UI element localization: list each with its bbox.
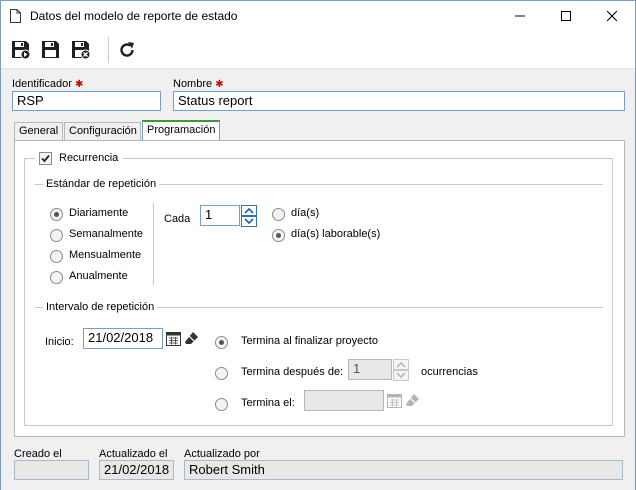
document-icon: [10, 9, 21, 23]
ocurrencias-spinner[interactable]: [393, 359, 409, 381]
clear-date-button-disabled[interactable]: [404, 392, 421, 409]
ocurrencias-label: ocurrencias: [421, 366, 478, 378]
eraser-icon: [185, 332, 198, 344]
required-icon: ✱: [215, 79, 224, 90]
semanalmente-label: Semanalmente: [69, 228, 143, 240]
maximize-icon: [561, 11, 571, 21]
save-and-new-icon: [12, 41, 31, 60]
window-title: Datos del modelo de reporte de estado: [30, 9, 238, 23]
tab-general[interactable]: General: [14, 122, 63, 140]
required-icon: ✱: [75, 79, 84, 90]
anualmente-label: Anualmente: [69, 270, 128, 282]
termina-el-label: Termina el:: [241, 397, 295, 409]
dias-label: día(s): [291, 207, 320, 219]
semanalmente-radio[interactable]: [50, 229, 63, 242]
nombre-label: Nombre ✱: [173, 78, 224, 90]
recurrencia-group: [24, 158, 613, 426]
footer: Creado el Actualizado el 21/02/2018 Actu…: [1, 439, 635, 490]
toolbar: [1, 31, 635, 69]
termina-el-radio[interactable]: [215, 398, 228, 411]
recurrencia-label: Recurrencia: [59, 152, 119, 164]
termina-proyecto-label: Termina al finalizar proyecto: [241, 335, 378, 347]
toolbar-separator: [108, 37, 109, 63]
cada-label: Cada: [164, 213, 191, 225]
inicio-label: Inicio:: [45, 336, 74, 348]
close-button[interactable]: [589, 1, 635, 31]
maximize-button[interactable]: [543, 1, 589, 31]
nombre-label-text: Nombre: [173, 78, 213, 90]
estandar-title: Estándar de repetición: [43, 178, 160, 190]
close-icon: [607, 11, 617, 21]
nombre-input[interactable]: Status report: [173, 91, 625, 111]
title-bar: Datos del modelo de reporte de estado: [1, 1, 635, 31]
save-and-close-icon: [72, 41, 91, 60]
calendar-button[interactable]: [165, 330, 182, 347]
frequency-separator: [153, 203, 154, 285]
tab-programacion[interactable]: Programación: [142, 120, 220, 141]
ocurrencias-input[interactable]: 1: [348, 359, 392, 380]
diariamente-label: Diariamente: [69, 207, 129, 219]
termina-despues-radio[interactable]: [215, 367, 228, 380]
mensualmente-label: Mensualmente: [69, 249, 142, 261]
checkmark-icon: [41, 154, 50, 163]
termina-despues-label: Termina después de:: [241, 366, 344, 378]
actualizado-label: Actualizado el: [99, 448, 168, 460]
calendar-button-disabled[interactable]: [386, 392, 403, 409]
save-icon: [42, 41, 59, 58]
mensualmente-radio[interactable]: [50, 250, 63, 263]
actualizado-por-label: Actualizado por: [184, 448, 260, 460]
recurrencia-header: Recurrencia: [35, 152, 123, 166]
creado-field: [14, 460, 89, 480]
save-and-close-button[interactable]: [69, 38, 93, 62]
clear-date-button[interactable]: [183, 330, 200, 347]
refresh-icon: [120, 42, 134, 57]
dias-radio[interactable]: [272, 208, 285, 221]
tab-configuracion[interactable]: Configuración: [64, 122, 141, 140]
eraser-icon: [406, 394, 419, 406]
diariamente-radio[interactable]: [50, 208, 63, 221]
actualizado-field: 21/02/2018: [99, 460, 174, 480]
minimize-button[interactable]: [497, 1, 543, 31]
refresh-button[interactable]: [115, 38, 139, 62]
actualizado-por-field: Robert Smith: [184, 460, 623, 480]
creado-label: Creado el: [14, 448, 62, 460]
identificador-input[interactable]: RSP: [12, 91, 161, 111]
inicio-date-input[interactable]: 21/02/2018: [83, 328, 163, 349]
termina-proyecto-radio[interactable]: [215, 336, 228, 349]
identificador-label: Identificador ✱: [12, 78, 83, 90]
calendar-icon: [387, 394, 402, 408]
cada-spinner[interactable]: [241, 205, 257, 227]
cada-input[interactable]: 1: [200, 205, 240, 226]
save-and-new-button[interactable]: [9, 38, 33, 62]
save-button[interactable]: [39, 38, 63, 62]
anualmente-radio[interactable]: [50, 271, 63, 284]
calendar-icon: [166, 332, 181, 346]
minimize-icon: [515, 15, 525, 17]
recurrencia-checkbox[interactable]: [39, 152, 52, 165]
intervalo-title: Intervalo de repetición: [43, 301, 158, 313]
dias-laborables-label: día(s) laborable(s): [291, 228, 381, 240]
identificador-label-text: Identificador: [12, 78, 72, 90]
dialog-window: Datos del modelo de reporte de estado Id…: [0, 0, 636, 490]
termina-el-date-input[interactable]: [304, 390, 384, 411]
tab-panel-programacion: Recurrencia Estándar de repetición Diari…: [14, 140, 625, 437]
dias-laborables-radio[interactable]: [272, 229, 285, 242]
